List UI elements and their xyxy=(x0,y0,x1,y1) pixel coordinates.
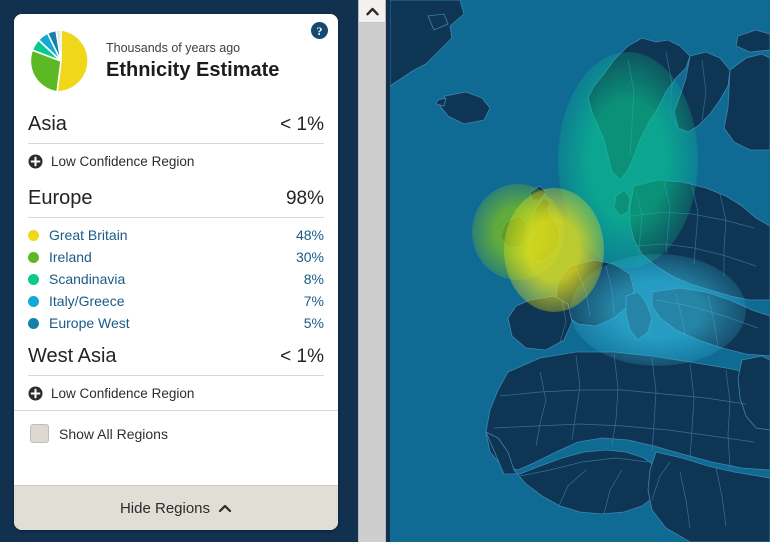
section-header-asia[interactable]: Asia < 1% xyxy=(28,104,324,144)
page-title: Ethnicity Estimate xyxy=(106,58,280,81)
section-name: Europe xyxy=(28,187,93,209)
scroll-up-button[interactable] xyxy=(359,0,385,23)
ethnicity-estimate-panel: ? Thousands of years ago Ethnicity Estim… xyxy=(14,14,338,530)
sub-region-left: Italy/Greece xyxy=(28,293,124,309)
map-canvas xyxy=(390,0,770,542)
sub-region-name: Great Britain xyxy=(49,227,128,243)
list-item[interactable]: Europe West 5% xyxy=(28,312,324,334)
ethnicity-pie-chart xyxy=(28,28,94,94)
low-confidence-region-west-asia[interactable]: Low Confidence Region xyxy=(28,376,324,410)
section-header-west-asia[interactable]: West Asia < 1% xyxy=(28,336,324,376)
sub-region-left: Scandinavia xyxy=(28,271,125,287)
help-icon[interactable]: ? xyxy=(311,22,328,39)
sub-region-percent: 5% xyxy=(303,315,324,331)
sub-region-list: Great Britain 48% Ireland 30% Scandinavi… xyxy=(14,218,338,336)
chevron-up-icon xyxy=(218,504,232,513)
section-west-asia: West Asia < 1% Low Confidence Region xyxy=(14,336,338,410)
section-name: West Asia xyxy=(28,345,117,367)
list-item[interactable]: Great Britain 48% xyxy=(28,224,324,246)
panel-content: Thousands of years ago Ethnicity Estimat… xyxy=(14,14,338,485)
hide-regions-label: Hide Regions xyxy=(119,499,211,517)
scrollbar-thumb[interactable] xyxy=(360,24,384,536)
section-percent: 98% xyxy=(285,188,324,209)
sub-region-percent: 7% xyxy=(303,293,324,309)
panel-eyebrow: Thousands of years ago xyxy=(106,40,241,55)
plus-circle-icon xyxy=(28,386,43,401)
color-swatch-great-britain xyxy=(28,229,39,241)
overlay-great-britain xyxy=(504,188,604,312)
sub-region-left: Ireland xyxy=(28,249,92,265)
color-swatch-ireland xyxy=(28,251,39,263)
low-confidence-region-asia[interactable]: Low Confidence Region xyxy=(28,144,324,178)
low-confidence-label: Low Confidence Region xyxy=(51,154,195,169)
section-percent: < 1% xyxy=(280,114,324,135)
show-all-regions-row[interactable]: Show All Regions xyxy=(14,410,338,456)
panel-header: Thousands of years ago Ethnicity Estimat… xyxy=(14,14,338,104)
list-item[interactable]: Ireland 30% xyxy=(28,246,324,268)
show-all-regions-label: Show All Regions xyxy=(59,425,168,442)
panel-header-text: Thousands of years ago Ethnicity Estimat… xyxy=(106,41,279,82)
chevron-up-icon xyxy=(365,7,379,16)
plus-circle-icon xyxy=(28,154,43,169)
color-swatch-scandinavia xyxy=(28,273,39,285)
sub-region-percent: 8% xyxy=(303,271,324,287)
sub-region-left: Great Britain xyxy=(28,227,128,243)
sub-region-percent: 48% xyxy=(295,227,324,243)
show-all-regions-checkbox[interactable] xyxy=(30,424,49,443)
color-swatch-italy-greece xyxy=(28,295,39,307)
sub-region-name: Italy/Greece xyxy=(49,293,125,309)
section-percent: < 1% xyxy=(280,346,324,367)
vertical-scrollbar[interactable] xyxy=(358,0,386,542)
section-asia: Asia < 1% Low Confidence Region xyxy=(14,104,338,178)
section-europe: Europe 98% xyxy=(14,178,338,218)
list-item[interactable]: Italy/Greece 7% xyxy=(28,290,324,312)
sub-region-name: Ireland xyxy=(49,249,92,265)
color-swatch-europe-west xyxy=(28,317,39,329)
low-confidence-label: Low Confidence Region xyxy=(51,386,195,401)
list-item[interactable]: Scandinavia 8% xyxy=(28,268,324,290)
section-name: Asia xyxy=(28,113,67,135)
sub-region-name: Scandinavia xyxy=(49,271,126,287)
sub-region-name: Europe West xyxy=(49,315,130,331)
sub-region-left: Europe West xyxy=(28,315,130,331)
ancestry-ethnicity-app: ? Thousands of years ago Ethnicity Estim… xyxy=(0,0,770,542)
hide-regions-button[interactable]: Hide Regions xyxy=(14,485,338,530)
sub-region-percent: 30% xyxy=(295,249,324,265)
world-map[interactable] xyxy=(390,0,770,542)
section-header-europe[interactable]: Europe 98% xyxy=(28,178,324,218)
